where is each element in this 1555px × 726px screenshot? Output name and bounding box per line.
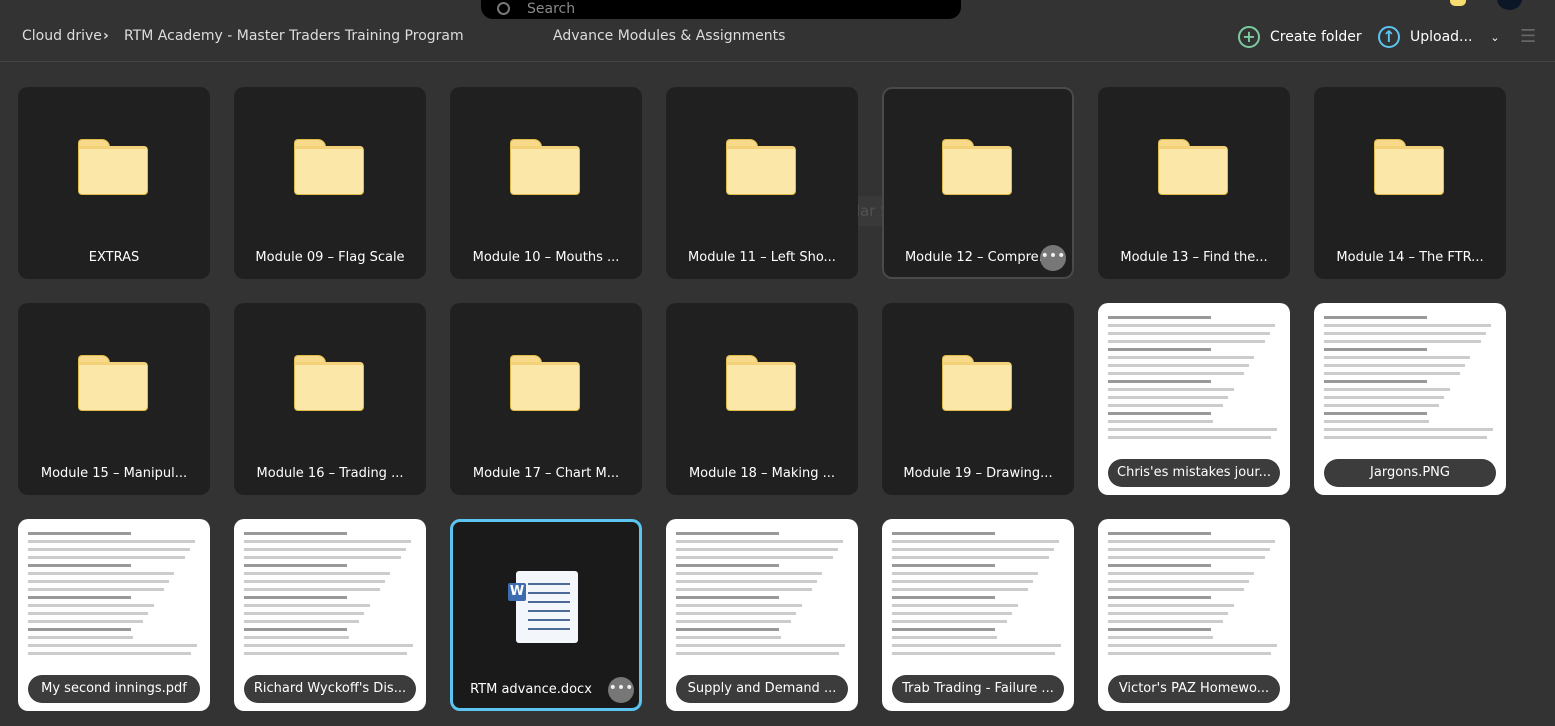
item-name: Victor's PAZ Homewo... bbox=[1108, 675, 1280, 703]
upload-button[interactable]: ↑ Upload... ⌄ bbox=[1378, 26, 1500, 48]
word-icon: W bbox=[508, 583, 526, 601]
file-card[interactable]: Chris'es mistakes jour... bbox=[1098, 303, 1290, 495]
avatar[interactable] bbox=[1497, 0, 1522, 10]
folder-icon bbox=[510, 139, 580, 195]
file-card[interactable]: Supply and Demand ... bbox=[666, 519, 858, 711]
folder-icon bbox=[1374, 139, 1444, 195]
file-grid: EXTRAS Module 09 – Flag Scale Module 10 – … bbox=[18, 87, 1506, 711]
file-card[interactable]: Victor's PAZ Homewo... bbox=[1098, 519, 1290, 711]
file-card[interactable]: W RTM advance.docx ••• bbox=[450, 519, 642, 711]
folder-icon bbox=[294, 355, 364, 411]
folder-icon bbox=[726, 139, 796, 195]
item-name: Supply and Demand ... bbox=[676, 675, 848, 703]
breadcrumb-root[interactable]: Cloud drive bbox=[22, 28, 102, 44]
folder-card[interactable]: Module 18 – Making ... bbox=[666, 303, 858, 495]
folder-card[interactable]: Module 19 – Drawing... bbox=[882, 303, 1074, 495]
file-card[interactable]: Richard Wyckoff's Dis... bbox=[234, 519, 426, 711]
more-options-icon[interactable]: ••• bbox=[1040, 245, 1066, 271]
item-name: EXTRAS bbox=[88, 250, 140, 265]
folder-icon bbox=[1158, 139, 1228, 195]
item-name: Module 19 – Drawing... bbox=[903, 466, 1053, 481]
folder-icon bbox=[510, 355, 580, 411]
folder-card[interactable]: Module 15 – Manipul... bbox=[18, 303, 210, 495]
item-name: Module 11 – Left Sho... bbox=[688, 250, 836, 265]
folder-card[interactable]: Module 17 – Chart M... bbox=[450, 303, 642, 495]
folder-icon bbox=[942, 355, 1012, 411]
item-name: Module 17 – Chart M... bbox=[472, 466, 620, 481]
folder-icon bbox=[942, 139, 1012, 195]
folder-card[interactable]: Module 16 – Trading ... bbox=[234, 303, 426, 495]
plus-icon: + bbox=[1238, 26, 1260, 48]
list-view-icon[interactable]: ☰ bbox=[1520, 26, 1536, 47]
folder-icon bbox=[78, 139, 148, 195]
folder-card[interactable]: EXTRAS bbox=[18, 87, 210, 279]
breadcrumb-current: Advance Modules & Assignments bbox=[553, 28, 786, 44]
folder-icon bbox=[78, 355, 148, 411]
create-folder-button[interactable]: + Create folder bbox=[1238, 26, 1362, 48]
breadcrumb-separator: › bbox=[103, 28, 109, 44]
file-card[interactable]: Trab Trading - Failure ... bbox=[882, 519, 1074, 711]
folder-card[interactable]: Module 10 – Mouths ... bbox=[450, 87, 642, 279]
file-card[interactable]: My second innings.pdf bbox=[18, 519, 210, 711]
upload-arrow-icon: ↑ bbox=[1378, 26, 1400, 48]
folder-card[interactable]: Module 09 – Flag Scale bbox=[234, 87, 426, 279]
item-name: Jargons.PNG bbox=[1324, 459, 1496, 487]
item-name: Module 10 – Mouths ... bbox=[472, 250, 620, 265]
folder-icon bbox=[726, 355, 796, 411]
item-name: Module 09 – Flag Scale bbox=[255, 250, 405, 265]
item-name: Trab Trading - Failure ... bbox=[892, 675, 1064, 703]
item-name: Module 18 – Making ... bbox=[688, 466, 836, 481]
file-card[interactable]: Jargons.PNG bbox=[1314, 303, 1506, 495]
toolbar: Cloud drive › RTM Academy - Master Trade… bbox=[0, 14, 1555, 62]
item-name: Richard Wyckoff's Dis... bbox=[244, 675, 416, 703]
document-icon bbox=[516, 571, 578, 643]
item-name: Module 15 – Manipul... bbox=[40, 466, 188, 481]
notification-icon[interactable] bbox=[1450, 0, 1466, 6]
item-name: RTM advance.docx bbox=[470, 682, 592, 697]
item-name: Module 16 – Trading ... bbox=[256, 466, 404, 481]
breadcrumb-parent[interactable]: RTM Academy - Master Traders Training Pr… bbox=[124, 28, 464, 44]
item-name: Module 13 – Find the... bbox=[1120, 250, 1268, 265]
folder-card[interactable]: Module 13 – Find the... bbox=[1098, 87, 1290, 279]
chevron-down-icon[interactable]: ⌄ bbox=[1490, 31, 1499, 44]
more-options-icon[interactable]: ••• bbox=[608, 677, 634, 703]
item-name: My second innings.pdf bbox=[28, 675, 200, 703]
folder-icon bbox=[294, 139, 364, 195]
folder-card[interactable]: Module 11 – Left Sho... bbox=[666, 87, 858, 279]
folder-card[interactable]: Module 12 – Compre... ••• bbox=[882, 87, 1074, 279]
item-name: Module 14 – The FTR... bbox=[1336, 250, 1484, 265]
item-name: Chris'es mistakes jour... bbox=[1108, 459, 1280, 487]
folder-card[interactable]: Module 14 – The FTR... bbox=[1314, 87, 1506, 279]
